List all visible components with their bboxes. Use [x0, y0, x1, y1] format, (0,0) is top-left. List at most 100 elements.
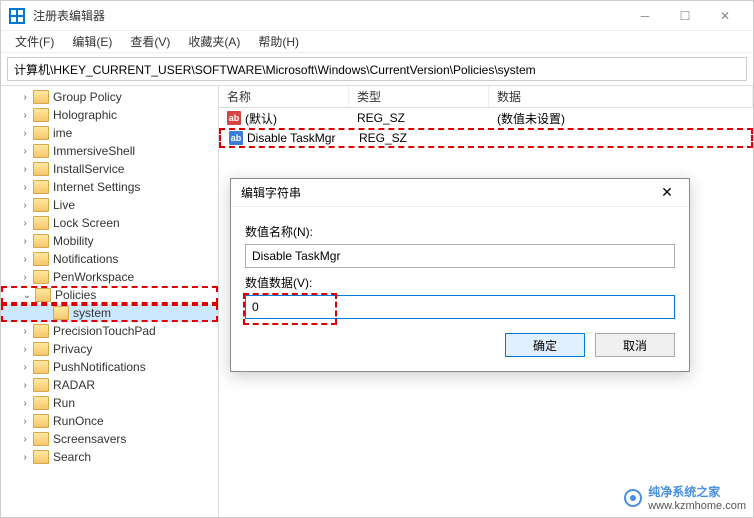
chevron-right-icon[interactable]: › — [19, 451, 31, 463]
chevron-right-icon[interactable]: › — [19, 199, 31, 211]
folder-icon — [33, 360, 49, 374]
tree-item-label: Group Policy — [53, 90, 122, 104]
watermark-text: 纯净系统之家 www.kzmhome.com — [648, 483, 746, 512]
chevron-right-icon[interactable]: › — [19, 343, 31, 355]
value-data-wrap — [245, 295, 675, 319]
watermark-logo-icon — [624, 489, 642, 507]
chevron-right-icon[interactable]: › — [19, 235, 31, 247]
tree-item-group-policy[interactable]: › Group Policy — [1, 88, 218, 106]
tree-item-radar[interactable]: ›RADAR — [1, 376, 218, 394]
tree-item-notifications[interactable]: ›Notifications — [1, 250, 218, 268]
menu-view[interactable]: 查看(V) — [122, 31, 178, 52]
tree-item-label: PrecisionTouchPad — [53, 324, 156, 338]
value-data-label: 数值数据(V): — [245, 274, 675, 291]
tree-item-lock-screen[interactable]: › Lock Screen — [1, 214, 218, 232]
tree-item-label: PushNotifications — [53, 360, 146, 374]
menu-edit[interactable]: 编辑(E) — [64, 31, 120, 52]
chevron-right-icon[interactable]: › — [19, 271, 31, 283]
cell-type: REG_SZ — [351, 131, 491, 145]
value-name-label: 数值名称(N): — [245, 223, 675, 240]
chevron-right-icon[interactable]: › — [19, 91, 31, 103]
col-header-name[interactable]: 名称 — [219, 86, 349, 107]
tree-item-precisiontouchpad[interactable]: › PrecisionTouchPad — [1, 322, 218, 340]
tree-item-label: InstallService — [53, 162, 124, 176]
list-row[interactable]: ab(默认)REG_SZ(数值未设置) — [219, 108, 753, 128]
tree-item-label: Policies — [55, 288, 96, 302]
tree-item-system[interactable]: system — [1, 304, 218, 322]
tree-item-internet-settings[interactable]: ›Internet Settings — [1, 178, 218, 196]
chevron-right-icon[interactable]: › — [19, 163, 31, 175]
tree-item-holographic[interactable]: › Holographic — [1, 106, 218, 124]
titlebar: 注册表编辑器 ─ ☐ ✕ — [1, 1, 753, 31]
maximize-button[interactable]: ☐ — [665, 1, 705, 31]
tree-item-penworkspace[interactable]: › PenWorkspace — [1, 268, 218, 286]
address-bar[interactable]: 计算机\HKEY_CURRENT_USER\SOFTWARE\Microsoft… — [7, 57, 747, 81]
folder-icon — [33, 396, 49, 410]
tree-item-runonce[interactable]: ›RunOnce — [1, 412, 218, 430]
folder-icon — [33, 216, 49, 230]
tree-item-label: Search — [53, 450, 91, 464]
close-button[interactable]: ✕ — [705, 1, 745, 31]
tree-item-label: system — [73, 306, 111, 320]
chevron-right-icon[interactable]: › — [19, 145, 31, 157]
tree-item-immersiveshell[interactable]: › ImmersiveShell — [1, 142, 218, 160]
watermark-brand: 纯净系统之家 — [648, 483, 746, 500]
chevron-right-icon[interactable]: › — [19, 109, 31, 121]
tree-item-pushnotifications[interactable]: › PushNotifications — [1, 358, 218, 376]
folder-icon — [33, 324, 49, 338]
value-name-field: Disable TaskMgr — [245, 244, 675, 268]
list-row[interactable]: abDisable TaskMgrREG_SZ — [219, 128, 753, 148]
tree-item-ime[interactable]: ›ime — [1, 124, 218, 142]
watermark-url: www.kzmhome.com — [648, 500, 746, 512]
menu-help[interactable]: 帮助(H) — [250, 31, 307, 52]
tree-item-label: Mobility — [53, 234, 94, 248]
chevron-down-icon[interactable]: ⌄ — [21, 289, 33, 301]
tree-item-label: Lock Screen — [53, 216, 120, 230]
tree-item-privacy[interactable]: › Privacy — [1, 340, 218, 358]
menu-favorites[interactable]: 收藏夹(A) — [180, 31, 248, 52]
window-controls: ─ ☐ ✕ — [625, 1, 745, 31]
tree-item-label: ImmersiveShell — [53, 144, 135, 158]
folder-icon — [33, 270, 49, 284]
dialog-titlebar: 编辑字符串 ✕ — [231, 179, 689, 207]
chevron-right-icon[interactable]: › — [19, 397, 31, 409]
tree-item-screensavers[interactable]: ›Screensavers — [1, 430, 218, 448]
watermark: 纯净系统之家 www.kzmhome.com — [624, 483, 746, 512]
tree-item-live[interactable]: ›Live — [1, 196, 218, 214]
tree-item-search[interactable]: › Search — [1, 448, 218, 466]
menu-file[interactable]: 文件(F) — [7, 31, 62, 52]
folder-icon — [53, 306, 69, 320]
menubar: 文件(F) 编辑(E) 查看(V) 收藏夹(A) 帮助(H) — [1, 31, 753, 53]
chevron-right-icon[interactable]: › — [19, 379, 31, 391]
chevron-right-icon[interactable]: › — [19, 127, 31, 139]
cancel-button[interactable]: 取消 — [595, 333, 675, 357]
minimize-button[interactable]: ─ — [625, 1, 665, 31]
tree-item-mobility[interactable]: › Mobility — [1, 232, 218, 250]
tree-item-label: Privacy — [53, 342, 92, 356]
tree-view[interactable]: ›Group Policy›Holographic›ime›ImmersiveS… — [1, 86, 219, 517]
cell-name: Disable TaskMgr — [247, 131, 335, 145]
chevron-right-icon[interactable]: › — [19, 433, 31, 445]
cell-name: (默认) — [245, 110, 277, 127]
folder-icon — [33, 126, 49, 140]
value-data-input[interactable] — [245, 295, 675, 319]
tree-item-run[interactable]: ›Run — [1, 394, 218, 412]
dialog-close-button[interactable]: ✕ — [655, 181, 679, 205]
folder-icon — [33, 90, 49, 104]
chevron-right-icon[interactable]: › — [19, 181, 31, 193]
chevron-right-icon[interactable]: › — [19, 415, 31, 427]
address-path: 计算机\HKEY_CURRENT_USER\SOFTWARE\Microsoft… — [14, 61, 536, 78]
ok-button[interactable]: 确定 — [505, 333, 585, 357]
app-icon — [9, 8, 25, 24]
chevron-right-icon[interactable]: › — [19, 253, 31, 265]
col-header-data[interactable]: 数据 — [489, 86, 753, 107]
chevron-right-icon[interactable]: › — [19, 361, 31, 373]
tree-item-policies[interactable]: ⌄ Policies — [1, 286, 218, 304]
edit-string-dialog: 编辑字符串 ✕ 数值名称(N): Disable TaskMgr 数值数据(V)… — [230, 178, 690, 372]
tree-item-label: PenWorkspace — [53, 270, 134, 284]
chevron-right-icon[interactable]: › — [19, 325, 31, 337]
tree-item-installservice[interactable]: › InstallService — [1, 160, 218, 178]
chevron-right-icon[interactable]: › — [19, 217, 31, 229]
tree-item-label: Holographic — [53, 108, 117, 122]
col-header-type[interactable]: 类型 — [349, 86, 489, 107]
